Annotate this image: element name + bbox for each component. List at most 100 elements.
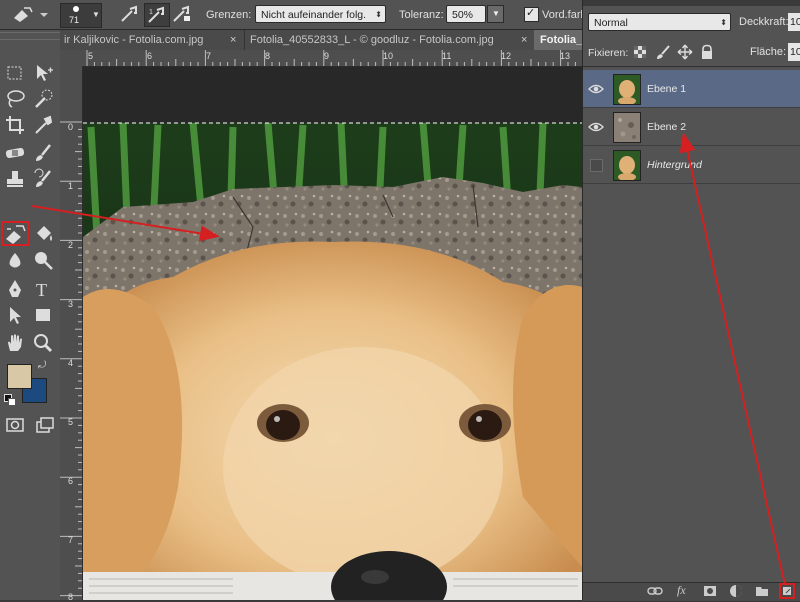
eyedropper-icon — [35, 115, 53, 134]
blur-drop-icon — [9, 253, 21, 268]
document-tabs: ir Kaljikovic - Fotolia.com.jpg × Fotoli… — [60, 30, 588, 50]
layer-thumbnail-dog — [613, 150, 641, 181]
horizontal-ruler: 5 6 7 8 9 10 11 12 13 — [60, 50, 582, 67]
tab-label: Fotolia_40552833_L - © goodluz - Fotolia… — [250, 34, 494, 46]
layer-row-hintergrund[interactable]: Hintergrund — [583, 146, 800, 184]
quick-selection-icon — [35, 89, 53, 108]
add-mask-icon[interactable] — [703, 584, 717, 598]
quick-mask-icon — [6, 418, 24, 432]
layer-row-ebene-1[interactable]: Ebene 1 — [583, 70, 800, 108]
ruler-ticks — [60, 121, 82, 597]
clone-stamp-tool[interactable] — [4, 168, 26, 190]
foreground-checkbox[interactable]: ✓ — [524, 7, 539, 22]
hand-tool[interactable] — [4, 332, 26, 354]
fill-input[interactable]: 10 — [788, 43, 800, 61]
crop-icon — [6, 116, 24, 134]
lock-position-button[interactable] — [677, 44, 693, 60]
tab-document-2[interactable]: Fotolia_40552833_L - © goodluz - Fotolia… — [250, 30, 520, 50]
lock-all-button[interactable] — [700, 44, 714, 60]
layer-row-ebene-2[interactable]: Ebene 2 — [583, 108, 800, 146]
spot-healing-tool[interactable] — [4, 142, 26, 164]
ruler-number: 1 — [68, 181, 74, 191]
history-brush-tool[interactable] — [32, 168, 54, 190]
tools-panel: T ⤾ — [0, 30, 61, 600]
visibility-eye-icon[interactable] — [588, 119, 604, 135]
ruler-number: 12 — [501, 51, 512, 61]
panel-header-strip — [583, 0, 800, 6]
zoom-icon — [34, 334, 53, 353]
ruler-number: 13 — [560, 51, 571, 61]
path-selection-tool[interactable] — [4, 304, 26, 326]
ruler-number: 10 — [383, 51, 394, 61]
limits-label: Grenzen: — [206, 9, 252, 21]
foreground-color-swatch-top[interactable] — [7, 364, 32, 389]
tolerance-value: 50% — [452, 9, 474, 21]
options-bar: 71 ▼ 1 Grenzen: Nicht aufeinander folg. … — [0, 0, 587, 30]
zoom-tool[interactable] — [32, 332, 54, 354]
rectangle-tool[interactable] — [32, 304, 54, 326]
lasso-tool[interactable] — [4, 88, 26, 110]
visibility-eye-icon[interactable] — [588, 81, 604, 97]
brush-size-picker[interactable]: 71 ▼ — [60, 3, 102, 28]
fill-value: 10 — [790, 46, 800, 58]
ruler-number: 8 — [265, 51, 271, 61]
lock-image-pixels-button[interactable] — [655, 44, 671, 60]
crop-tool[interactable] — [4, 114, 26, 136]
history-brush-icon — [34, 168, 51, 187]
limits-dropdown[interactable]: Nicht aufeinander folg. ⬍ — [255, 5, 386, 23]
new-layer-button[interactable] — [779, 583, 795, 599]
tab-close-icon[interactable]: × — [230, 30, 236, 50]
brush-icon — [36, 144, 51, 161]
paint-bucket-tool[interactable] — [32, 223, 54, 245]
brush-tool[interactable] — [32, 142, 54, 164]
sampling-continuous-button[interactable] — [118, 4, 142, 24]
chevron-updown-icon: ⬍ — [375, 10, 382, 19]
dodge-tool[interactable] — [32, 250, 54, 272]
type-icon: T — [36, 280, 47, 300]
bandage-icon — [5, 147, 25, 159]
new-layer-icon — [783, 587, 791, 595]
ruler-number: 7 — [206, 51, 212, 61]
move-tool[interactable] — [32, 62, 54, 84]
screen-mode-button[interactable] — [34, 414, 56, 436]
opacity-value: 10 — [790, 16, 800, 28]
sampling-once-button[interactable]: 1 — [144, 3, 170, 27]
layer-name: Hintergrund — [647, 159, 702, 171]
default-colors-icon[interactable] — [4, 394, 16, 406]
new-group-folder-icon[interactable] — [755, 585, 769, 597]
brush-size-value: 71 — [69, 15, 80, 25]
tab-label: ir Kaljikovic - Fotolia.com.jpg — [64, 34, 204, 46]
type-tool[interactable]: T — [32, 278, 54, 300]
layer-style-fx-icon[interactable]: fx — [677, 583, 686, 598]
tool-preset-picker[interactable] — [10, 4, 48, 24]
blend-mode-dropdown[interactable]: Normal ⬍ — [588, 13, 731, 31]
quick-selection-tool[interactable] — [32, 88, 54, 110]
tab-document-active[interactable]: Fotolia_ — [534, 30, 588, 50]
visibility-toggle-empty[interactable] — [588, 157, 604, 173]
brush-dot-icon — [73, 6, 79, 12]
lock-transparent-pixels-button[interactable] — [633, 45, 647, 59]
hand-icon — [8, 334, 22, 351]
pen-tool[interactable] — [4, 278, 26, 300]
ruler-number: 3 — [68, 299, 74, 309]
move-arrows-icon — [677, 44, 693, 60]
marquee-tool[interactable] — [4, 62, 26, 84]
sampling-background-button[interactable] — [170, 4, 194, 24]
quick-mask-button[interactable] — [4, 414, 26, 436]
link-layers-icon[interactable] — [647, 584, 663, 598]
tab-document-1[interactable]: ir Kaljikovic - Fotolia.com.jpg — [60, 30, 234, 50]
foreground-protect-label: Vord.farb — [542, 9, 587, 21]
document-canvas[interactable] — [83, 67, 582, 600]
swap-colors-icon[interactable]: ⤾ — [38, 360, 46, 371]
blur-tool[interactable] — [4, 250, 26, 272]
lasso-icon — [7, 90, 25, 108]
opacity-input[interactable]: 10 — [788, 13, 800, 31]
ruler-number: 5 — [88, 51, 94, 61]
tab-close-icon[interactable]: × — [521, 30, 527, 50]
layer-thumbnail-stone — [613, 112, 641, 143]
tolerance-input[interactable]: 50% — [446, 5, 486, 23]
eyedropper-tool[interactable] — [32, 114, 54, 136]
layer-name: Ebene 1 — [647, 83, 687, 95]
adjustment-layer-icon[interactable] — [729, 584, 743, 598]
tolerance-dropdown-button[interactable]: ▼ — [487, 5, 504, 23]
